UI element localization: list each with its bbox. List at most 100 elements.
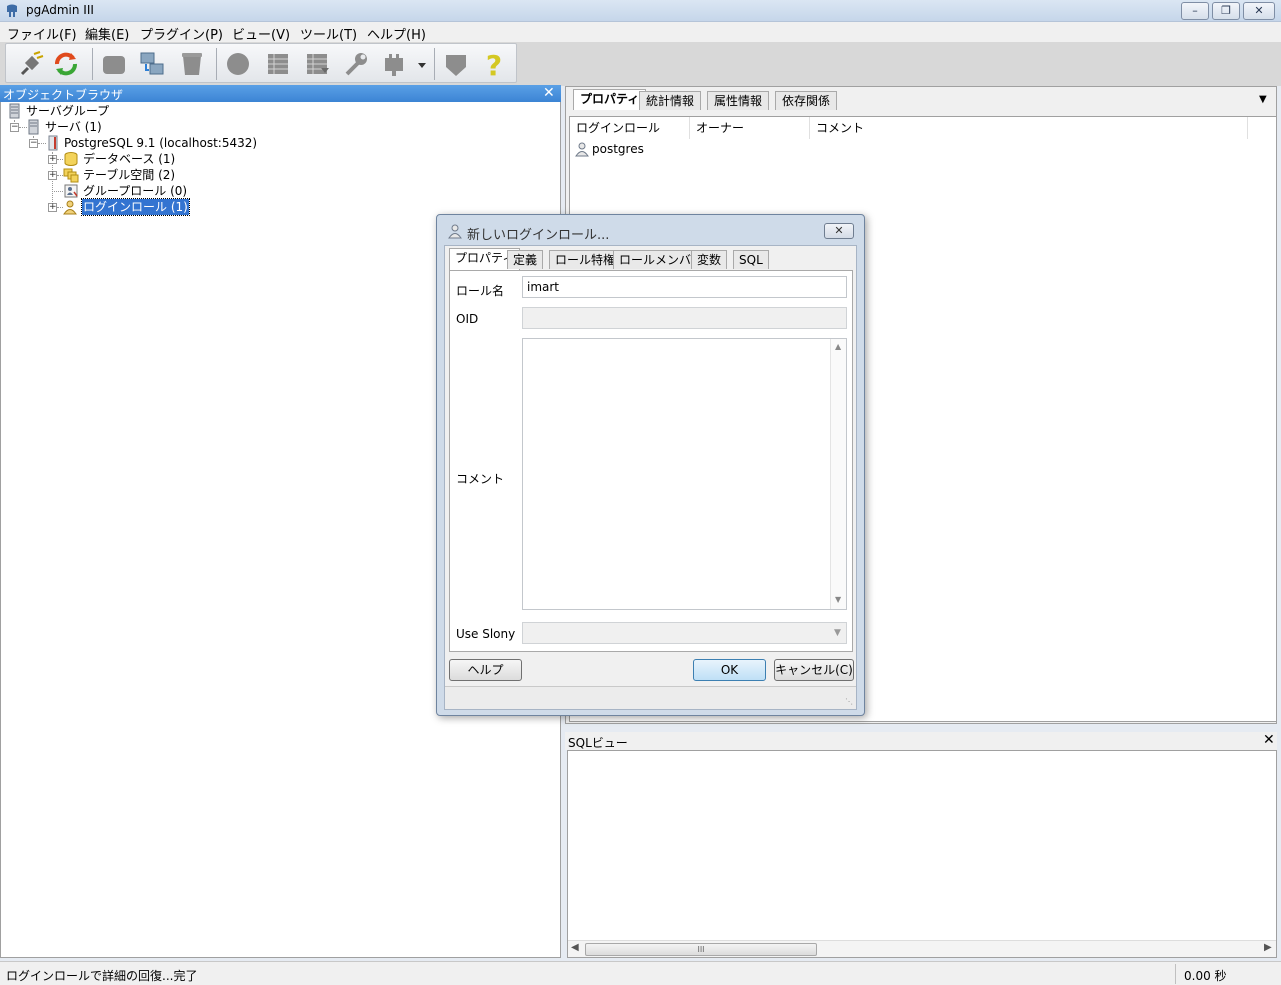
database-icon <box>64 152 78 166</box>
tab-role-privileges[interactable]: ロール特権 <box>549 250 622 269</box>
tablespace-icon <box>63 168 79 183</box>
tab-sql[interactable]: SQL <box>733 250 769 269</box>
close-icon[interactable]: ✕ <box>1263 732 1275 748</box>
close-window-button[interactable]: ✕ <box>1243 2 1275 20</box>
cancel-button[interactable]: キャンセル(C) <box>774 659 854 681</box>
toolbar: ? <box>5 43 517 83</box>
expand-icon[interactable]: + <box>48 203 57 212</box>
dialog-body: プロパティ 定義 ロール特権 ロールメンバー 変数 SQL ロール名 imart… <box>444 245 857 710</box>
scroll-right-icon[interactable]: ▶ <box>1264 942 1272 953</box>
object-browser-title: オブジェクトブラウザ <box>3 88 124 102</box>
horizontal-scrollbar[interactable]: ◀ III ▶ <box>568 940 1276 957</box>
refresh-icon[interactable] <box>52 50 80 78</box>
role-name-label: ロール名 <box>456 284 505 298</box>
sql-view-title: SQLビュー <box>568 736 628 750</box>
tabs-menu-dropdown-icon[interactable]: ▼ <box>1259 94 1267 105</box>
scroll-down-icon[interactable]: ▼ <box>835 595 841 604</box>
list-item[interactable]: postgres <box>574 140 874 158</box>
filtered-view-icon[interactable] <box>303 50 331 78</box>
dialog-status-bar: ⋱ <box>445 686 856 709</box>
new-login-role-dialog: 新しいログインロール... ✕ プロパティ 定義 ロール特権 ロールメンバー 変… <box>436 214 865 716</box>
sql-view-header: SQLビュー ✕ <box>565 732 1277 750</box>
scroll-thumb[interactable]: III <box>585 943 817 956</box>
restore-button[interactable]: ❐ <box>1212 2 1240 20</box>
connect-plug-icon[interactable] <box>16 50 44 78</box>
group-role-icon <box>64 184 78 198</box>
server-group-icon <box>9 103 20 119</box>
collapse-icon[interactable]: − <box>29 139 38 148</box>
comment-label: コメント <box>456 472 505 486</box>
tab-variables[interactable]: 変数 <box>691 250 728 269</box>
tree-label: サーバ (1) <box>45 120 102 134</box>
menu-tools[interactable]: ツール(T) <box>300 24 357 43</box>
postgres-server-icon <box>48 135 58 151</box>
column-header-login-role[interactable]: ログインロール <box>570 117 690 139</box>
tab-properties[interactable]: プロパティ <box>573 89 647 110</box>
column-header-owner[interactable]: オーナー <box>690 117 810 139</box>
tree-label: サーバグループ <box>26 104 110 118</box>
expand-icon[interactable]: + <box>48 155 57 164</box>
create-icon[interactable] <box>138 50 166 78</box>
properties-icon[interactable] <box>100 50 128 78</box>
properties-tabs: プロパティ 統計情報 属性情報 依存関係 ▼ <box>569 89 1277 111</box>
minimize-button[interactable]: – <box>1181 2 1209 20</box>
maintenance-wrench-icon[interactable] <box>342 50 370 78</box>
tree-label-selected: ログインロール (1) <box>81 198 190 216</box>
properties-page: ロール名 imart OID コメント ▲ ▼ Use Slony ▼ <box>449 270 853 652</box>
hint-icon[interactable] <box>442 50 470 78</box>
status-time: 0.00 秒 <box>1184 969 1227 983</box>
dialog-title: 新しいログインロール... <box>467 228 610 243</box>
column-header-comment[interactable]: コメント <box>810 117 1248 139</box>
menu-help[interactable]: ヘルプ(H) <box>367 24 426 43</box>
tab-statistics[interactable]: 統計情報 <box>639 91 702 110</box>
tree-label: データベース (1) <box>83 152 176 166</box>
sql-view-editor[interactable] <box>567 750 1277 958</box>
oid-label: OID <box>456 312 479 326</box>
title-bar: pgAdmin III – ❐ ✕ <box>0 0 1281 22</box>
server-icon <box>28 119 39 135</box>
plugins-dropdown-icon[interactable] <box>416 50 428 78</box>
tab-definition[interactable]: 定義 <box>507 250 544 269</box>
use-slony-label: Use Slony <box>456 627 516 641</box>
dialog-close-button[interactable]: ✕ <box>824 223 854 239</box>
scroll-left-icon[interactable]: ◀ <box>571 942 579 953</box>
status-bar: ログインロールで詳細の回復...完了 0.00 秒 <box>0 961 1281 985</box>
object-browser-header: オブジェクトブラウザ ✕ <box>0 85 561 102</box>
menu-bar: ファイル(F) 編集(E) プラグイン(P) ビュー(V) ツール(T) ヘルプ… <box>0 22 1281 43</box>
login-role-icon <box>63 200 77 215</box>
expand-icon[interactable]: + <box>48 171 57 180</box>
scroll-up-icon[interactable]: ▲ <box>835 342 841 351</box>
use-slony-select <box>522 622 847 644</box>
window-title: pgAdmin III <box>26 3 94 17</box>
user-icon <box>575 142 589 157</box>
menu-file[interactable]: ファイル(F) <box>7 24 77 43</box>
collapse-icon[interactable]: − <box>10 123 19 132</box>
plugins-icon[interactable] <box>380 50 408 78</box>
tab-dependencies[interactable]: 依存関係 <box>775 91 838 110</box>
pgadmin-elephant-icon <box>7 4 17 17</box>
oid-input <box>522 307 847 329</box>
menu-edit[interactable]: 編集(E) <box>85 24 129 43</box>
comment-textarea[interactable] <box>522 338 847 610</box>
ok-button[interactable]: OK <box>693 659 766 681</box>
menu-plugins[interactable]: プラグイン(P) <box>140 24 223 43</box>
resize-grip-icon[interactable]: ⋱ <box>845 697 853 706</box>
vertical-scrollbar[interactable]: ▲ ▼ <box>830 339 846 609</box>
list-item-name: postgres <box>592 142 644 156</box>
tree-label: グループロール (0) <box>83 184 188 198</box>
view-data-icon[interactable] <box>264 50 292 78</box>
svg-text:?: ? <box>486 50 502 78</box>
chevron-down-icon: ▼ <box>834 628 841 638</box>
role-name-input[interactable]: imart <box>522 276 847 298</box>
tab-attributes[interactable]: 属性情報 <box>707 91 770 110</box>
user-icon <box>448 224 462 239</box>
help-icon[interactable]: ? <box>480 50 508 78</box>
tree-label: PostgreSQL 9.1 (localhost:5432) <box>64 136 258 150</box>
tree-label: テーブル空間 (2) <box>83 168 176 182</box>
menu-view[interactable]: ビュー(V) <box>232 24 290 43</box>
status-message: ログインロールで詳細の回復...完了 <box>6 969 198 983</box>
close-icon[interactable]: ✕ <box>543 85 555 101</box>
help-button[interactable]: ヘルプ <box>449 659 522 681</box>
drop-icon[interactable] <box>178 50 206 78</box>
sql-icon[interactable] <box>224 50 252 78</box>
